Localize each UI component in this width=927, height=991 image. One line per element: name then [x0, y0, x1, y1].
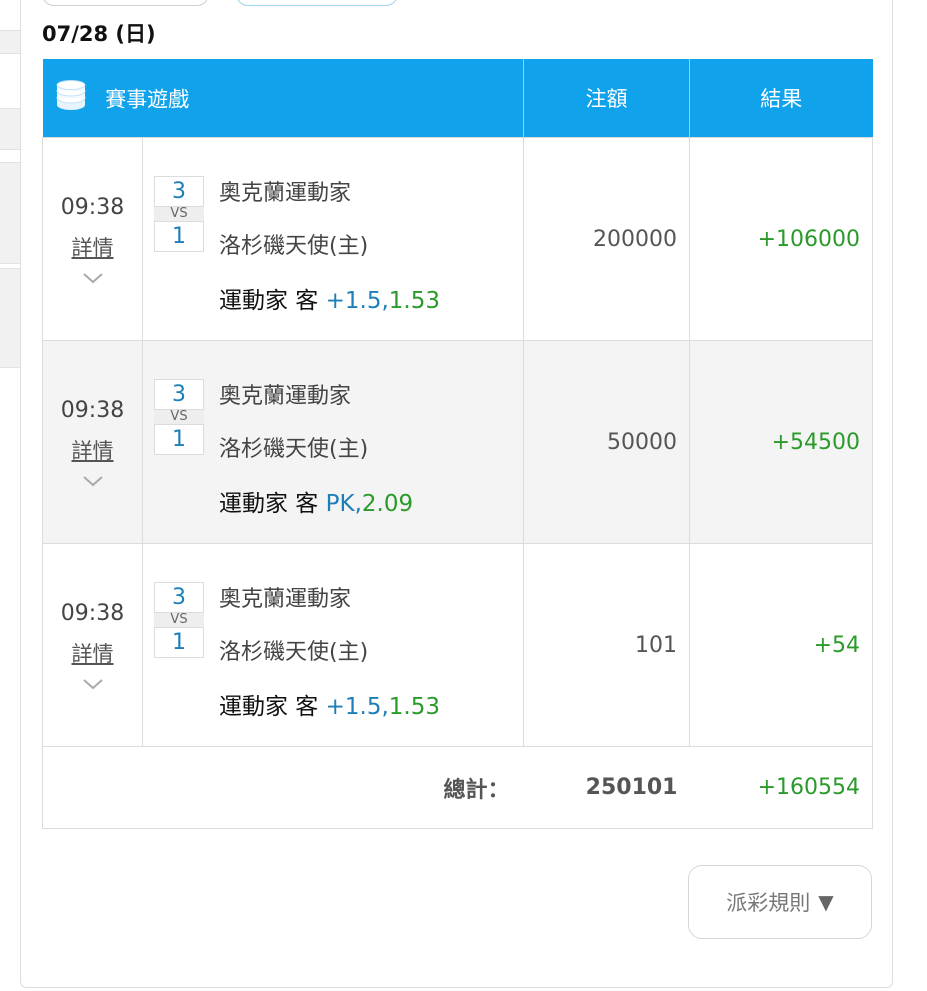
bet-result: +106000: [689, 137, 873, 341]
bet-pick: 運動家 客 +1.5,1.53: [219, 281, 440, 315]
header-amount: 注額: [523, 59, 690, 138]
total-amount: 250101: [523, 746, 690, 829]
header-game: 賽事遊戲: [42, 59, 524, 138]
team-home: 洛杉磯天使(主): [219, 234, 369, 259]
bet-time: 09:38: [60, 194, 125, 220]
match-cell: 3 VS 1 奧克蘭運動家 洛杉磯天使(主) 運動家 客 +1.5,1.53: [142, 137, 524, 341]
bet-table: 賽事遊戲 注額 結果 09:38 詳情 3 VS 1 奧克蘭運動家 洛杉磯天使(…: [42, 59, 873, 829]
score-away: 3: [154, 379, 204, 410]
vs-label: VS: [154, 410, 204, 424]
bet-pick: 運動家 客 PK,2.09: [219, 484, 413, 518]
pick-team: 運動家 客: [219, 491, 319, 517]
time-cell: 09:38 詳情: [42, 543, 143, 747]
score-away: 3: [154, 582, 204, 613]
pick-handicap: PK,: [325, 491, 362, 517]
score-home: 1: [154, 424, 204, 455]
bet-time: 09:38: [60, 600, 125, 626]
pick-odds: 1.53: [388, 694, 441, 720]
bet-pick: 運動家 客 +1.5,1.53: [219, 687, 440, 721]
pick-team: 運動家 客: [219, 694, 319, 720]
header-game-label: 賽事遊戲: [105, 87, 190, 111]
team-away: 奧克蘭運動家: [219, 587, 352, 612]
pick-odds: 2.09: [361, 491, 414, 517]
chevron-down-icon[interactable]: [82, 475, 104, 487]
pick-handicap: +1.5,: [325, 288, 389, 314]
header-result: 結果: [689, 59, 873, 138]
score-box: 3 VS 1: [154, 176, 204, 252]
score-box: 3 VS 1: [154, 582, 204, 658]
bet-amount: 50000: [523, 340, 690, 544]
total-row: 總計： 250101 +160554: [42, 746, 873, 829]
team-away: 奧克蘭運動家: [219, 384, 352, 409]
score-home: 1: [154, 627, 204, 658]
time-cell: 09:38 詳情: [42, 340, 143, 544]
team-away: 奧克蘭運動家: [219, 181, 352, 206]
bet-result: +54: [689, 543, 873, 747]
total-label: 總計：: [42, 746, 524, 829]
top-button-left[interactable]: [42, 0, 209, 6]
table-header-row: 賽事遊戲 注額 結果: [42, 59, 873, 138]
table-row: 09:38 詳情 3 VS 1 奧克蘭運動家 洛杉磯天使(主) 運動家 客 PK…: [42, 340, 873, 544]
match-cell: 3 VS 1 奧克蘭運動家 洛杉磯天使(主) 運動家 客 PK,2.09: [142, 340, 524, 544]
detail-link[interactable]: 詳情: [43, 435, 142, 465]
chevron-down-icon[interactable]: [82, 272, 104, 284]
bet-amount: 101: [523, 543, 690, 747]
match-cell: 3 VS 1 奧克蘭運動家 洛杉磯天使(主) 運動家 客 +1.5,1.53: [142, 543, 524, 747]
bet-amount: 200000: [523, 137, 690, 341]
payout-rules-label: 派彩規則: [726, 891, 811, 915]
time-cell: 09:38 詳情: [42, 137, 143, 341]
detail-link[interactable]: 詳情: [43, 638, 142, 668]
date-heading: 07/28 (日): [42, 22, 156, 46]
top-button-right[interactable]: [236, 0, 398, 6]
score-home: 1: [154, 221, 204, 252]
pick-handicap: +1.5,: [325, 694, 389, 720]
pick-odds: 1.53: [388, 288, 441, 314]
detail-link[interactable]: 詳情: [43, 232, 142, 262]
score-away: 3: [154, 176, 204, 207]
payout-rules-button[interactable]: 派彩規則 ▼: [688, 865, 872, 939]
team-home: 洛杉磯天使(主): [219, 437, 369, 462]
table-row: 09:38 詳情 3 VS 1 奧克蘭運動家 洛杉磯天使(主) 運動家 客 +1…: [42, 543, 873, 747]
vs-label: VS: [154, 613, 204, 627]
coin-stack-icon: [55, 79, 87, 117]
team-home: 洛杉磯天使(主): [219, 640, 369, 665]
total-result: +160554: [689, 746, 873, 829]
bet-time: 09:38: [60, 397, 125, 423]
pick-team: 運動家 客: [219, 288, 319, 314]
vs-label: VS: [154, 207, 204, 221]
chevron-down-icon[interactable]: [82, 678, 104, 690]
table-row: 09:38 詳情 3 VS 1 奧克蘭運動家 洛杉磯天使(主) 運動家 客 +1…: [42, 137, 873, 341]
bet-result: +54500: [689, 340, 873, 544]
triangle-down-icon: ▼: [818, 890, 834, 914]
score-box: 3 VS 1: [154, 379, 204, 455]
